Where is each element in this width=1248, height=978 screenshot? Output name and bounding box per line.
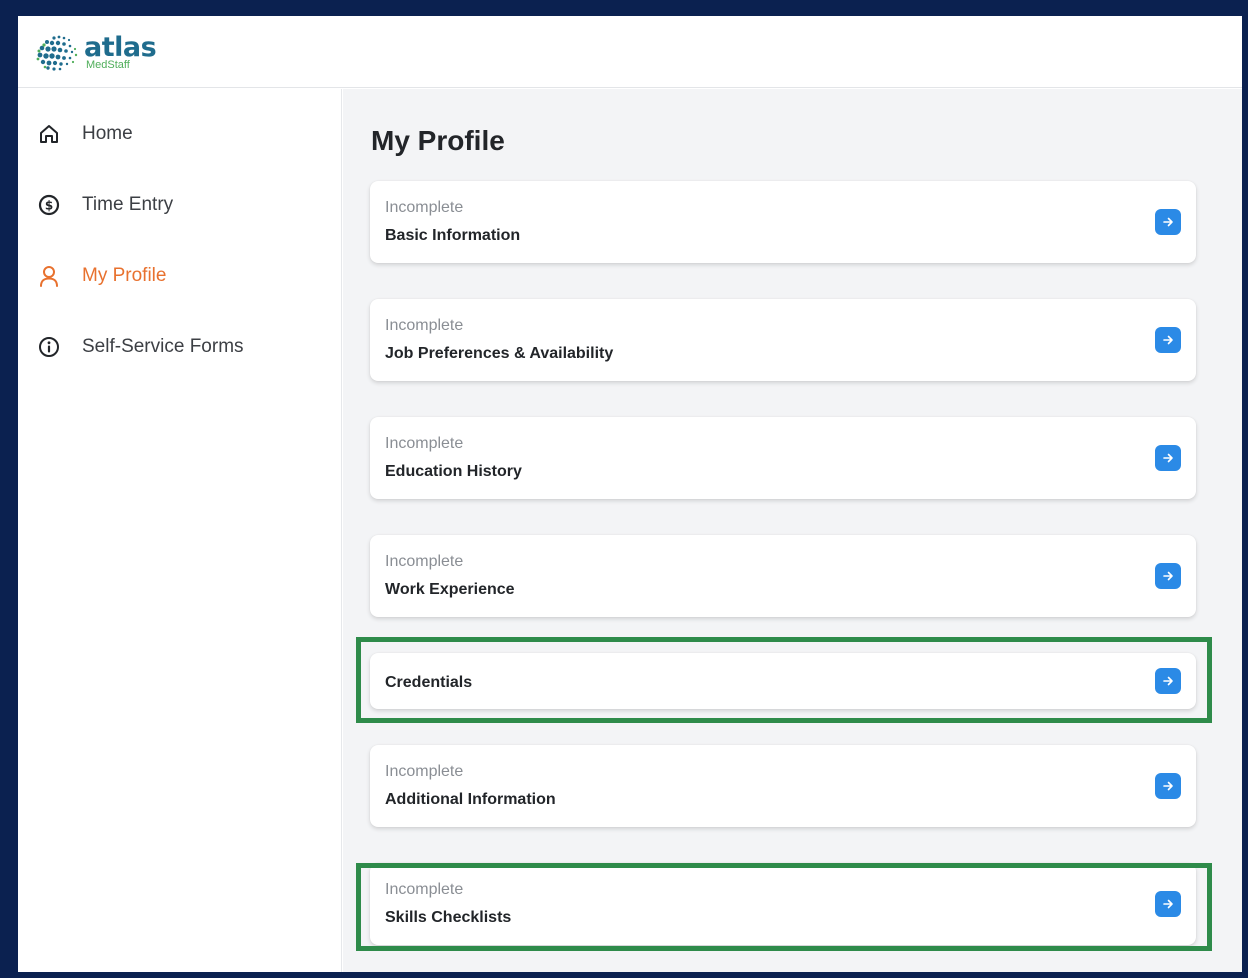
- profile-card-skills-checklists[interactable]: Incomplete Skills Checklists: [370, 863, 1196, 945]
- profile-card-education-history[interactable]: Incomplete Education History: [370, 417, 1196, 499]
- profile-card-credentials[interactable]: Credentials: [370, 653, 1196, 709]
- top-bar: atlas MedStaff: [18, 16, 1242, 88]
- sidebar: Home $ Time Entry My Profile Self-Servic…: [18, 89, 342, 972]
- sidebar-item-label: Home: [82, 123, 133, 144]
- brand-name: atlas: [84, 31, 157, 63]
- arrow-right-icon[interactable]: [1155, 445, 1181, 471]
- sidebar-item-label: Time Entry: [82, 194, 174, 215]
- arrow-right-icon[interactable]: [1155, 773, 1181, 799]
- card-title: Work Experience: [385, 581, 515, 598]
- card-status: Incomplete: [385, 435, 464, 452]
- app-window: atlas MedStaff Home $ Time Entry My Prof…: [18, 16, 1242, 972]
- sidebar-item-home[interactable]: Home: [38, 118, 133, 150]
- brand-subname: MedStaff: [86, 58, 130, 71]
- arrow-right-icon[interactable]: [1155, 563, 1181, 589]
- card-title: Skills Checklists: [385, 909, 512, 926]
- card-status: Incomplete: [385, 763, 464, 780]
- card-status: Incomplete: [385, 317, 464, 334]
- card-title: Job Preferences & Availability: [385, 345, 614, 362]
- profile-card-work-experience[interactable]: Incomplete Work Experience: [370, 535, 1196, 617]
- main-content: My Profile Incomplete Basic Information …: [343, 89, 1242, 972]
- sidebar-item-self-service-forms[interactable]: Self-Service Forms: [38, 331, 244, 363]
- page-title: My Profile: [371, 125, 505, 156]
- arrow-right-icon[interactable]: [1155, 209, 1181, 235]
- card-title: Basic Information: [385, 227, 521, 244]
- brand-logo[interactable]: atlas MedStaff: [34, 31, 157, 72]
- arrow-right-icon[interactable]: [1155, 668, 1181, 694]
- sidebar-item-label: Self-Service Forms: [82, 336, 244, 357]
- user-icon: [38, 265, 60, 287]
- profile-card-basic-information[interactable]: Incomplete Basic Information: [370, 181, 1196, 263]
- dollar-circle-icon: $: [38, 194, 60, 216]
- globe-logo-icon: [36, 35, 78, 71]
- info-circle-icon: [38, 336, 60, 358]
- card-status: Incomplete: [385, 553, 464, 570]
- card-status: Incomplete: [385, 199, 464, 216]
- arrow-right-icon[interactable]: [1155, 327, 1181, 353]
- card-title: Additional Information: [385, 791, 556, 808]
- card-title: Credentials: [385, 674, 473, 691]
- card-status: Incomplete: [385, 881, 464, 898]
- home-icon: [38, 123, 60, 145]
- card-title: Education History: [385, 463, 522, 480]
- arrow-right-icon[interactable]: [1155, 891, 1181, 917]
- sidebar-item-label: My Profile: [82, 265, 167, 286]
- sidebar-item-time-entry[interactable]: $ Time Entry: [38, 189, 173, 221]
- profile-card-additional-information[interactable]: Incomplete Additional Information: [370, 745, 1196, 827]
- sidebar-item-my-profile[interactable]: My Profile: [38, 260, 166, 292]
- svg-text:$: $: [45, 199, 53, 213]
- profile-card-job-preferences[interactable]: Incomplete Job Preferences & Availabilit…: [370, 299, 1196, 381]
